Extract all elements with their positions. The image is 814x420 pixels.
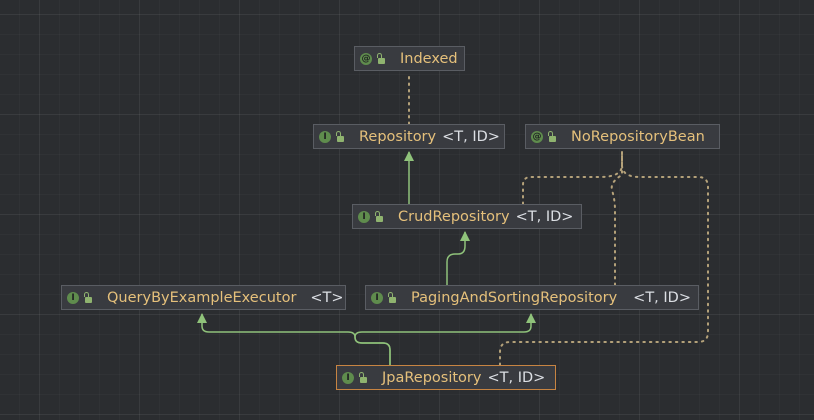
annotation-icon: @	[360, 52, 372, 65]
interface-icon: I	[371, 291, 383, 304]
node-query-by-example-executor[interactable]: I QueryByExampleExecutor <T>	[61, 285, 346, 310]
node-crud-repository[interactable]: I CrudRepository <T, ID>	[352, 204, 582, 229]
type-params: <T>	[310, 289, 344, 306]
node-name: Indexed	[400, 50, 458, 67]
lock-icon	[387, 291, 397, 304]
lock-icon	[376, 52, 386, 65]
edge-paging-crud	[446, 231, 470, 285]
node-name: QueryByExampleExecutor	[107, 289, 297, 306]
node-repository[interactable]: I Repository <T, ID>	[313, 124, 505, 149]
interface-icon: I	[358, 210, 370, 223]
node-paging-and-sorting-repository[interactable]: I PagingAndSortingRepository <T, ID>	[365, 285, 699, 310]
interface-icon: I	[67, 291, 79, 304]
edge-jpa-querybyexample	[197, 313, 391, 365]
type-params: <T, ID>	[515, 208, 574, 225]
node-indexed[interactable]: @ Indexed	[354, 46, 465, 71]
node-name: Repository	[359, 128, 437, 145]
node-name: CrudRepository	[398, 208, 510, 225]
lock-icon	[83, 291, 93, 304]
lock-icon	[358, 371, 368, 384]
annotation-icon: @	[531, 130, 543, 143]
edge-jpa-paging	[354, 313, 536, 365]
node-name: PagingAndSortingRepository	[411, 289, 618, 306]
node-no-repository-bean[interactable]: @ NoRepositoryBean	[525, 124, 720, 149]
node-name: NoRepositoryBean	[571, 128, 705, 145]
interface-icon: I	[342, 371, 354, 384]
node-jpa-repository[interactable]: I JpaRepository <T, ID>	[336, 365, 556, 390]
lock-icon	[335, 130, 345, 143]
lock-icon	[547, 130, 557, 143]
type-params: <T, ID>	[442, 128, 500, 145]
lock-icon	[374, 210, 384, 223]
edge-paging-norepositorybean	[610, 151, 623, 286]
node-name: JpaRepository	[382, 369, 482, 386]
type-params: <T, ID>	[487, 369, 546, 386]
edge-crud-norepositorybean	[522, 151, 623, 205]
edge-jpa-norepositorybean	[499, 151, 709, 366]
interface-icon: I	[319, 130, 331, 143]
type-params: <T, ID>	[633, 289, 691, 306]
